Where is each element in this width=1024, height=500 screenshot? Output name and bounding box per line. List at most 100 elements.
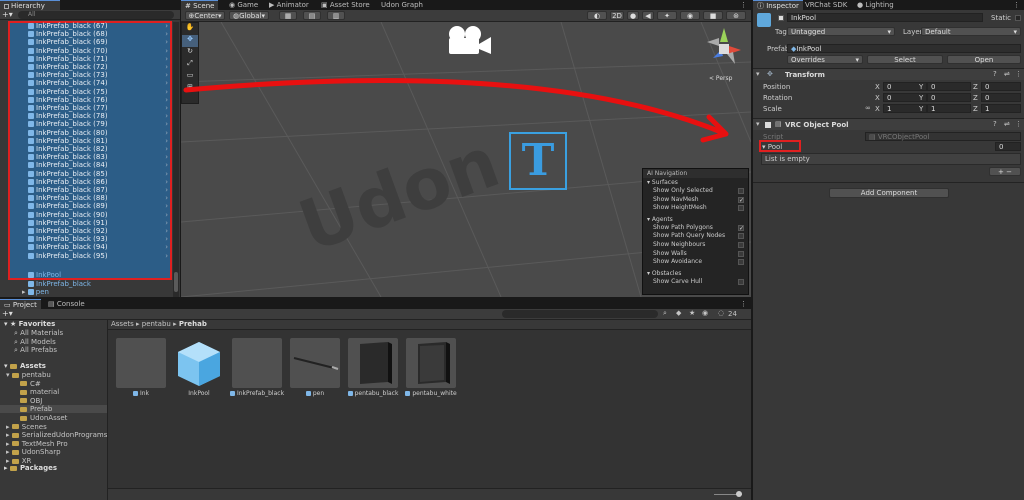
space-dropdown[interactable]: ◍Global▾ xyxy=(229,11,269,20)
enabled-checkbox[interactable] xyxy=(765,122,771,128)
add-component-button[interactable]: Add Component xyxy=(829,188,949,198)
chevron-right-icon[interactable]: › xyxy=(165,120,168,128)
ai-nav-option[interactable]: Show Path Polygons ✓ xyxy=(643,224,748,233)
pivot-dropdown[interactable]: ⊕Center▾ xyxy=(185,11,225,20)
audio-toggle[interactable]: ◀ xyxy=(642,11,654,20)
position-z-input[interactable]: 0 xyxy=(981,82,1021,91)
ai-nav-option[interactable]: Show Neighbours xyxy=(643,241,748,250)
tag-dropdown[interactable]: Untagged ▾ xyxy=(787,27,895,36)
persp-label[interactable]: < Persp xyxy=(709,75,732,82)
ai-nav-section-obstacles[interactable]: ▾ Obstacles xyxy=(643,269,748,278)
chevron-right-icon[interactable]: › xyxy=(165,219,168,227)
tab-lighting[interactable]: ● Lighting xyxy=(853,0,898,10)
project-folder-item[interactable]: OBJ xyxy=(0,397,107,405)
hierarchy-item[interactable]: ▸ pen xyxy=(22,288,174,296)
open-button[interactable]: Open xyxy=(947,55,1021,64)
search-by-label-icon[interactable]: ◆ xyxy=(676,309,681,317)
chevron-right-icon[interactable]: › xyxy=(165,79,168,87)
project-folder-item[interactable]: ▸ UdonSharp xyxy=(0,448,107,456)
project-folder-item[interactable]: UdonAsset xyxy=(0,414,107,422)
slider-handle[interactable] xyxy=(736,491,742,497)
snap-button[interactable]: ▤ xyxy=(303,11,321,20)
tab-game[interactable]: ◉ Game xyxy=(225,0,262,10)
tab-project[interactable]: ▭ Project xyxy=(0,299,41,309)
help-icon[interactable]: ? xyxy=(993,70,997,78)
chevron-right-icon[interactable]: › xyxy=(165,88,168,96)
hierarchy-item[interactable]: InkPrefab_black (69) › xyxy=(28,38,174,46)
minus-icon[interactable]: − xyxy=(1006,168,1012,176)
project-folder-item[interactable]: ▸ Scenes xyxy=(0,423,107,431)
asset-thumbnail[interactable] xyxy=(348,338,398,388)
ai-nav-option[interactable]: Show Only Selected xyxy=(643,187,748,196)
hierarchy-item[interactable]: InkPrefab_black (92) › xyxy=(28,227,174,235)
chevron-right-icon[interactable]: › xyxy=(165,22,168,30)
more-icon[interactable]: ⋮ xyxy=(1015,70,1022,78)
chevron-right-icon[interactable]: › xyxy=(165,129,168,137)
active-checkbox[interactable] xyxy=(778,15,784,21)
hierarchy-item[interactable]: InkPrefab_black (77) › xyxy=(28,104,174,112)
favorite-item[interactable]: ⌕ All Models xyxy=(14,338,107,346)
rotation-z-input[interactable]: 0 xyxy=(981,93,1021,102)
vrc-object-pool-header[interactable]: ▾ ▤ VRC Object Pool ? ⇌ ⋮ xyxy=(753,118,1024,130)
hierarchy-item[interactable]: InkPrefab_black (67) › xyxy=(28,22,174,30)
breadcrumb-assets[interactable]: Assets xyxy=(111,320,134,328)
hierarchy-item[interactable]: InkPrefab_black (74) › xyxy=(28,79,174,87)
hierarchy-item[interactable]: InkPrefab_black (87) › xyxy=(28,186,174,194)
hierarchy-item[interactable]: InkPrefab_black (81) › xyxy=(28,137,174,145)
chevron-right-icon[interactable]: › xyxy=(165,202,168,210)
project-folder-item[interactable]: ▸ SerializedUdonPrograms xyxy=(0,431,107,439)
hierarchy-item[interactable]: InkPrefab_black (86) › xyxy=(28,178,174,186)
more-icon[interactable]: ⋮ xyxy=(740,299,747,309)
hierarchy-item[interactable]: InkPrefab_black (90) › xyxy=(28,211,174,219)
ai-nav-option[interactable]: Show NavMesh ✓ xyxy=(643,196,748,205)
orientation-gizmo[interactable] xyxy=(699,24,749,76)
hierarchy-item[interactable]: InkPrefab_black (73) › xyxy=(28,71,174,79)
lighting-toggle[interactable]: ● xyxy=(627,11,639,20)
scale-y-input[interactable]: 1 xyxy=(927,104,971,113)
hierarchy-item[interactable]: InkPrefab_black (80) › xyxy=(28,129,174,137)
ai-nav-checkbox[interactable]: ✓ xyxy=(738,224,744,231)
hierarchy-item[interactable]: InkPrefab_black (70) › xyxy=(28,47,174,55)
asset-thumbnail[interactable] xyxy=(174,338,224,388)
preset-icon[interactable]: ⇌ xyxy=(1004,70,1010,78)
hierarchy-item[interactable]: InkPrefab_black (82) › xyxy=(28,145,174,153)
ai-nav-checkbox[interactable] xyxy=(738,188,744,194)
hierarchy-item[interactable]: InkPrefab_black (68) › xyxy=(28,30,174,38)
shading-dropdown[interactable]: ◐ xyxy=(587,11,607,20)
prefab-field[interactable]: ◆InkPool xyxy=(787,44,1021,53)
asset-label[interactable]: pen xyxy=(285,390,345,397)
save-search-icon[interactable]: ★ xyxy=(689,309,695,317)
object-name-input[interactable]: InkPool xyxy=(787,13,983,22)
chevron-right-icon[interactable]: › xyxy=(165,243,168,251)
tab-console[interactable]: ▤ Console xyxy=(44,299,89,309)
hierarchy-item[interactable]: InkPrefab_black (94) › xyxy=(28,243,174,251)
project-search-input[interactable] xyxy=(502,310,658,318)
chevron-right-icon[interactable]: › xyxy=(165,153,168,161)
ai-nav-section-agents[interactable]: ▾ Agents xyxy=(643,215,748,224)
search-by-type-icon[interactable]: ⌕ xyxy=(663,309,667,318)
hierarchy-item[interactable]: InkPrefab_black (88) › xyxy=(28,194,174,202)
chevron-right-icon[interactable]: › xyxy=(165,63,168,71)
ai-nav-section-surfaces[interactable]: ▾ Surfaces xyxy=(643,178,748,187)
hierarchy-item[interactable]: InkPrefab_black (71) › xyxy=(28,55,174,63)
project-folder-item[interactable]: C# xyxy=(0,380,107,388)
favorite-item[interactable]: ⌕ All Materials xyxy=(14,329,107,337)
ai-nav-checkbox[interactable] xyxy=(738,233,744,240)
ai-nav-checkbox[interactable] xyxy=(738,278,744,285)
chevron-right-icon[interactable]: › xyxy=(165,161,168,169)
scale-z-input[interactable]: 1 xyxy=(981,104,1021,113)
project-folder-item[interactable]: ▸ TextMesh Pro xyxy=(0,440,107,448)
select-button[interactable]: Select xyxy=(867,55,943,64)
hierarchy-scrollbar[interactable] xyxy=(173,22,179,297)
project-folder-item[interactable]: material xyxy=(0,388,107,396)
gizmos-dropdown[interactable]: ⊛ xyxy=(726,11,746,20)
ai-nav-checkbox[interactable] xyxy=(738,259,744,266)
ai-nav-checkbox[interactable] xyxy=(738,241,744,248)
position-y-input[interactable]: 0 xyxy=(927,82,971,91)
tab-inspector[interactable]: ⓘ Inspector xyxy=(753,0,803,10)
chevron-right-icon[interactable]: › xyxy=(165,194,168,202)
chevron-right-icon[interactable]: › xyxy=(165,235,168,243)
hierarchy-item[interactable]: InkPrefab_black (75) › xyxy=(28,88,174,96)
ai-nav-checkbox[interactable] xyxy=(738,250,744,257)
chevron-right-icon[interactable]: › xyxy=(165,38,168,46)
